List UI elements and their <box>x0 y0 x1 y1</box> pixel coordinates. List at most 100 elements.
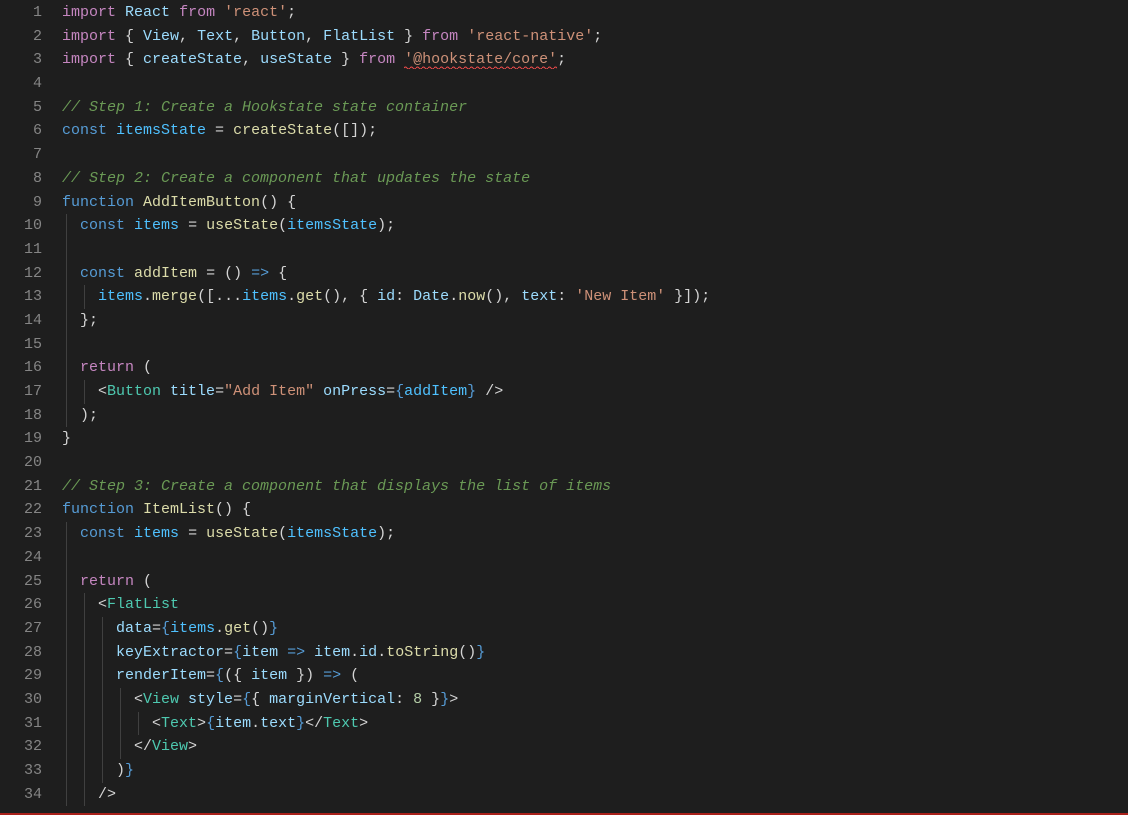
token-const: items <box>242 288 287 305</box>
code-line[interactable] <box>62 451 1128 475</box>
line-number: 4 <box>0 72 42 96</box>
line-number: 31 <box>0 712 42 736</box>
code-line[interactable]: // Step 1: Create a Hookstate state cont… <box>62 96 1128 120</box>
indent-guide <box>66 735 67 759</box>
token-default: = <box>179 217 206 234</box>
code-line[interactable]: import React from 'react'; <box>62 1 1128 25</box>
token-default <box>215 4 224 21</box>
line-number: 25 <box>0 570 42 594</box>
code-editor[interactable]: 1234567891011121314151617181920212223242… <box>0 0 1128 815</box>
indent-guide <box>66 664 67 688</box>
code-line[interactable] <box>62 72 1128 96</box>
token-default <box>161 383 170 400</box>
code-line[interactable]: items.merge([...items.get(), { id: Date.… <box>62 285 1128 309</box>
token-default: = <box>206 122 233 139</box>
token-default: ); <box>377 217 395 234</box>
code-line[interactable] <box>62 238 1128 262</box>
token-control: return <box>80 359 134 376</box>
token-comment: // Step 1: Create a Hookstate state cont… <box>62 99 467 116</box>
code-line[interactable]: <FlatList <box>62 593 1128 617</box>
token-type: View <box>143 691 179 708</box>
code-line[interactable]: const items = useState(itemsState); <box>62 214 1128 238</box>
code-line[interactable]: // Step 3: Create a component that displ… <box>62 475 1128 499</box>
code-line[interactable]: return ( <box>62 356 1128 380</box>
indent-guide <box>120 735 121 759</box>
token-default <box>62 620 116 637</box>
code-line[interactable]: /> <box>62 783 1128 807</box>
indent-guide <box>84 664 85 688</box>
token-default <box>170 4 179 21</box>
code-line[interactable]: <View style={{ marginVertical: 8 }}> <box>62 688 1128 712</box>
code-line[interactable] <box>62 333 1128 357</box>
token-keyword: from <box>179 4 215 21</box>
code-line[interactable]: } <box>62 427 1128 451</box>
code-line[interactable]: import { createState, useState } from '@… <box>62 48 1128 72</box>
token-default: ( <box>341 667 359 684</box>
token-default: (), <box>485 288 521 305</box>
line-number: 33 <box>0 759 42 783</box>
token-default: ( <box>278 217 287 234</box>
token-default <box>134 194 143 211</box>
indent-guide <box>66 214 67 238</box>
indent-guide <box>84 712 85 736</box>
indent-guide <box>120 712 121 736</box>
code-line[interactable]: const addItem = () => { <box>62 262 1128 286</box>
code-line[interactable]: const items = useState(itemsState); <box>62 522 1128 546</box>
token-default <box>62 525 80 542</box>
code-line[interactable] <box>62 143 1128 167</box>
line-number: 7 <box>0 143 42 167</box>
token-comment: // Step 2: Create a component that updat… <box>62 170 530 187</box>
line-content: /> <box>62 786 116 803</box>
token-blue: } <box>440 691 449 708</box>
token-default <box>458 28 467 45</box>
token-var: item <box>314 644 350 661</box>
line-number: 1 <box>0 1 42 25</box>
token-default: }]); <box>665 288 710 305</box>
code-line[interactable]: import { View, Text, Button, FlatList } … <box>62 25 1128 49</box>
token-type: Button <box>107 383 161 400</box>
indent-guide <box>66 712 67 736</box>
code-line[interactable]: <Text>{item.text}</Text> <box>62 712 1128 736</box>
code-line[interactable]: renderItem={({ item }) => ( <box>62 664 1128 688</box>
code-line[interactable]: )} <box>62 759 1128 783</box>
line-content: // Step 1: Create a Hookstate state cont… <box>62 99 467 116</box>
token-func: get <box>296 288 323 305</box>
line-number: 18 <box>0 404 42 428</box>
indent-guide <box>66 238 67 262</box>
token-default: > <box>359 715 368 732</box>
code-line[interactable]: keyExtractor={item => item.id.toString()… <box>62 641 1128 665</box>
token-blue: { <box>215 667 224 684</box>
line-content: data={items.get()} <box>62 620 278 637</box>
code-line[interactable]: function AddItemButton() { <box>62 191 1128 215</box>
token-type: View <box>152 738 188 755</box>
token-default: ); <box>62 407 98 424</box>
code-line[interactable]: }; <box>62 309 1128 333</box>
token-const: addItem <box>404 383 467 400</box>
code-line[interactable]: ); <box>62 404 1128 428</box>
token-const: items <box>134 217 179 234</box>
line-content: } <box>62 430 71 447</box>
code-line[interactable]: function ItemList() { <box>62 498 1128 522</box>
token-blue: => <box>287 644 305 661</box>
code-content[interactable]: import React from 'react';import { View,… <box>62 0 1128 815</box>
token-var: createState <box>143 51 242 68</box>
line-content: </View> <box>62 738 197 755</box>
line-number: 29 <box>0 664 42 688</box>
code-line[interactable]: </View> <box>62 735 1128 759</box>
token-default <box>134 501 143 518</box>
token-default: = () <box>197 265 251 282</box>
code-line[interactable]: // Step 2: Create a component that updat… <box>62 167 1128 191</box>
code-line[interactable]: return ( <box>62 570 1128 594</box>
token-default: { <box>251 691 269 708</box>
token-default: < <box>62 715 161 732</box>
code-line[interactable] <box>62 546 1128 570</box>
indent-guide <box>138 712 139 736</box>
token-blue: } <box>467 383 476 400</box>
line-content: const itemsState = createState([]); <box>62 122 377 139</box>
code-line[interactable]: <Button title="Add Item" onPress={addIte… <box>62 380 1128 404</box>
indent-guide <box>66 617 67 641</box>
token-var: title <box>170 383 215 400</box>
code-line[interactable]: const itemsState = createState([]); <box>62 119 1128 143</box>
indent-guide <box>120 688 121 712</box>
code-line[interactable]: data={items.get()} <box>62 617 1128 641</box>
